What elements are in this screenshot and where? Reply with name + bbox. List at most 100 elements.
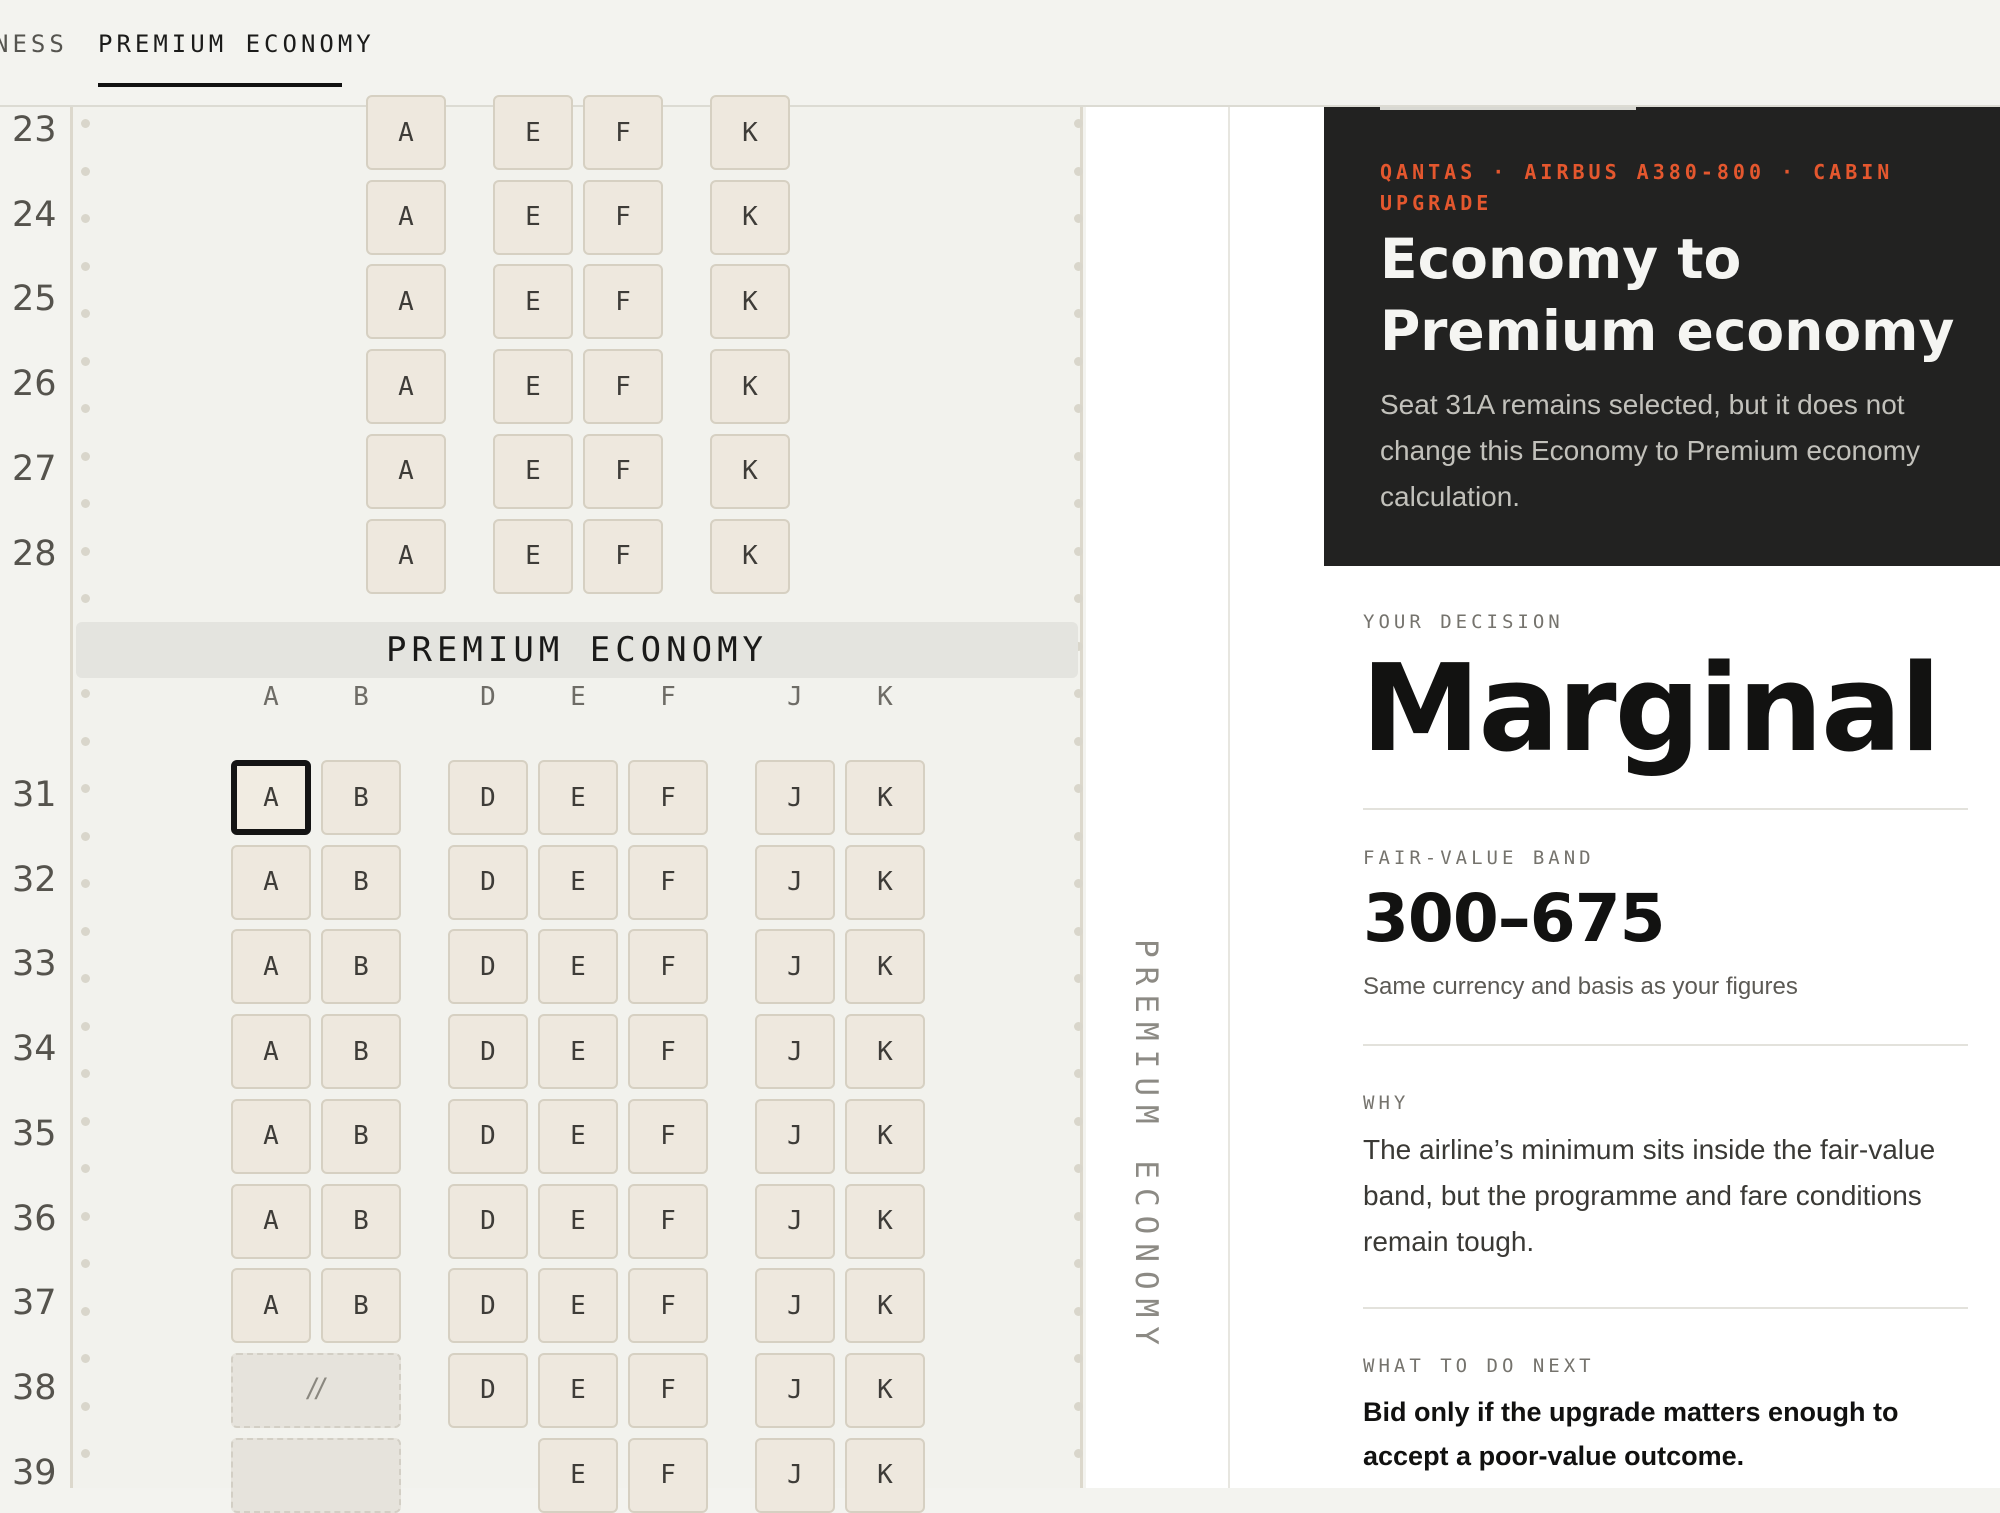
seat[interactable]: E: [493, 518, 573, 594]
seat[interactable]: E: [538, 760, 618, 835]
seat[interactable]: K: [845, 1183, 925, 1259]
seat[interactable]: E: [538, 1183, 618, 1259]
fuselage-rail-dot: [81, 926, 90, 936]
row-number: 25: [12, 279, 57, 320]
fuselage-rail-dot: [1074, 1259, 1083, 1268]
seat[interactable]: A: [231, 1098, 311, 1174]
seat[interactable]: K: [710, 264, 790, 340]
seat[interactable]: F: [583, 264, 663, 340]
fuselage-rail-dot: [81, 1021, 90, 1031]
seat[interactable]: K: [845, 1437, 925, 1513]
fuselage-rail-dot: [81, 689, 90, 698]
fuselage-rail-dot: [81, 214, 90, 223]
seat[interactable]: J: [755, 1014, 835, 1090]
seat[interactable]: A: [231, 1268, 311, 1344]
seat[interactable]: K: [845, 844, 925, 920]
seat-selected[interactable]: A: [231, 760, 311, 835]
fuselage-rail-dot: [1074, 784, 1083, 793]
next-steps-eyebrow: WHAT TO DO NEXT: [1363, 1355, 1595, 1377]
seat[interactable]: F: [583, 179, 663, 255]
row-number: 23: [12, 110, 57, 150]
seat[interactable]: K: [845, 760, 925, 835]
seat[interactable]: J: [755, 760, 835, 835]
seat[interactable]: F: [628, 929, 708, 1005]
seat[interactable]: D: [448, 760, 528, 835]
seat[interactable]: D: [448, 1014, 528, 1090]
seat[interactable]: F: [583, 349, 663, 425]
seat[interactable]: B: [321, 1014, 401, 1090]
fuselage-rail-dot: [1074, 1021, 1083, 1031]
cabin-tab-bar: NESS PREMIUM ECONOMY: [0, 0, 2000, 107]
seat[interactable]: A: [231, 1014, 311, 1090]
seat[interactable]: F: [628, 1268, 708, 1344]
seat[interactable]: D: [448, 1352, 528, 1428]
seat[interactable]: E: [538, 1437, 618, 1513]
seat[interactable]: B: [321, 929, 401, 1005]
seat[interactable]: K: [710, 95, 790, 170]
fuselage-rail-dot: [1074, 926, 1083, 936]
seat-map[interactable]: PREMIUM ECONOMY PREMIUM ECONOMY 23 A E F K 24…: [0, 95, 1228, 1513]
seat[interactable]: F: [583, 95, 663, 170]
seat[interactable]: J: [755, 1183, 835, 1259]
seat[interactable]: D: [448, 1183, 528, 1259]
seat[interactable]: E: [538, 1098, 618, 1174]
seat[interactable]: A: [366, 433, 446, 509]
seat[interactable]: J: [755, 1437, 835, 1513]
seat[interactable]: K: [845, 929, 925, 1005]
row-number: 36: [12, 1198, 57, 1239]
seat[interactable]: K: [710, 433, 790, 509]
seat[interactable]: D: [448, 1098, 528, 1174]
seat[interactable]: B: [321, 1098, 401, 1174]
seat[interactable]: J: [755, 929, 835, 1005]
seat[interactable]: B: [321, 1268, 401, 1344]
seat[interactable]: K: [845, 1014, 925, 1090]
seat[interactable]: E: [493, 264, 573, 340]
seat[interactable]: A: [366, 518, 446, 594]
seat[interactable]: F: [628, 1098, 708, 1174]
fuselage-rail-dot: [81, 1306, 90, 1316]
seat[interactable]: A: [366, 349, 446, 425]
seat[interactable]: F: [628, 1437, 708, 1513]
seat[interactable]: K: [710, 518, 790, 594]
seat[interactable]: J: [755, 1352, 835, 1428]
seat[interactable]: D: [448, 929, 528, 1005]
seat[interactable]: A: [231, 844, 311, 920]
seat[interactable]: D: [448, 1268, 528, 1344]
seat-column-label: D: [480, 682, 496, 712]
seat[interactable]: B: [321, 1183, 401, 1259]
seat[interactable]: K: [845, 1268, 925, 1344]
seat[interactable]: E: [538, 929, 618, 1005]
seat[interactable]: A: [366, 264, 446, 340]
seat[interactable]: F: [628, 760, 708, 835]
seat[interactable]: D: [448, 844, 528, 920]
seat[interactable]: F: [583, 433, 663, 509]
seat[interactable]: F: [583, 518, 663, 594]
seat[interactable]: E: [493, 179, 573, 255]
seat[interactable]: J: [755, 844, 835, 920]
seat[interactable]: F: [628, 1352, 708, 1428]
seat[interactable]: F: [628, 1183, 708, 1259]
tab-business[interactable]: NESS: [0, 30, 68, 58]
seat[interactable]: E: [493, 433, 573, 509]
seat[interactable]: A: [366, 179, 446, 255]
seat[interactable]: E: [493, 95, 573, 170]
seat[interactable]: K: [845, 1098, 925, 1174]
seat[interactable]: A: [231, 929, 311, 1005]
seat[interactable]: F: [628, 844, 708, 920]
seat[interactable]: F: [628, 1014, 708, 1090]
seat[interactable]: B: [321, 760, 401, 835]
seat[interactable]: A: [366, 95, 446, 170]
seat[interactable]: E: [538, 1268, 618, 1344]
seat[interactable]: A: [231, 1183, 311, 1259]
seat[interactable]: E: [538, 844, 618, 920]
tab-premium-economy[interactable]: PREMIUM ECONOMY: [98, 30, 375, 58]
seat[interactable]: K: [710, 349, 790, 425]
seat[interactable]: B: [321, 844, 401, 920]
seat[interactable]: E: [538, 1352, 618, 1428]
seat[interactable]: E: [493, 349, 573, 425]
seat[interactable]: J: [755, 1098, 835, 1174]
seat[interactable]: E: [538, 1014, 618, 1090]
seat[interactable]: K: [845, 1352, 925, 1428]
seat[interactable]: K: [710, 179, 790, 255]
seat[interactable]: J: [755, 1268, 835, 1344]
